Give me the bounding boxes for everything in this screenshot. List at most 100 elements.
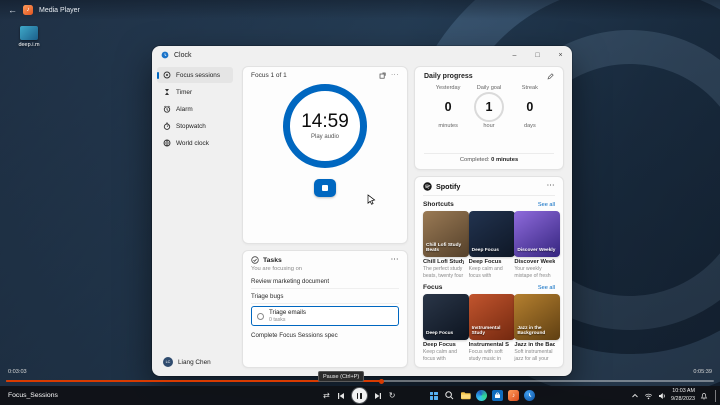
tasks-more-icon[interactable]: ··· (391, 256, 399, 264)
media-player-icon[interactable]: ♪ (508, 390, 519, 401)
focus-timer-remaining: 14:59 (301, 111, 349, 132)
media-player-titlebar: ← ♪ Media Player (0, 0, 720, 20)
library-item[interactable]: deep.i.m (10, 26, 48, 48)
minimize-button[interactable]: – (503, 46, 526, 64)
previous-icon[interactable] (337, 392, 345, 400)
store-icon[interactable] (492, 390, 503, 401)
sidebar-item-alarm[interactable]: Alarm (157, 101, 233, 117)
store-bag-icon (495, 392, 500, 398)
sidebar-item-timer[interactable]: Timer (157, 84, 233, 100)
close-button[interactable]: × (549, 46, 572, 64)
completed-summary: Completed: 0 minutes (424, 152, 554, 163)
sidebar-item-focus-sessions[interactable]: Focus sessions (157, 67, 233, 83)
tray-clock[interactable]: 10:03 AM 9/28/2023 (671, 388, 695, 402)
clock-icon[interactable] (524, 390, 535, 401)
repeat-icon[interactable]: ↻ (389, 391, 396, 400)
back-icon[interactable]: ← (8, 5, 17, 15)
focus-heading: Focus (423, 284, 443, 291)
clock-titlebar[interactable]: Clock – □ × (152, 46, 572, 64)
see-all-link[interactable]: See all (538, 285, 555, 291)
shortcuts-heading: Shortcuts (423, 201, 454, 208)
tray-date: 9/28/2023 (671, 395, 695, 402)
tasks-card: Tasks ··· You are focusing on Review mar… (242, 250, 408, 368)
clock-sidebar: Focus sessions Timer Alarm Stopwatch Wor… (152, 64, 238, 376)
media-player-logo-icon: ♪ (23, 5, 33, 15)
taskbar-app-icons: ♪ (428, 386, 535, 405)
spotify-icon (423, 182, 432, 191)
next-icon[interactable] (374, 392, 382, 400)
taskbar: Focus_Sessions ⇄ ↻ ♪ 10:03 AM 9/28/2023 (0, 386, 720, 405)
task-item[interactable]: Triage bugs (251, 289, 399, 304)
task-meta: 0 tasks (269, 317, 286, 323)
maximize-button[interactable]: □ (526, 46, 549, 64)
edge-icon[interactable] (476, 390, 487, 401)
stat-daily-goal: Daily goal 1 hour (469, 85, 509, 129)
more-options-icon[interactable]: ··· (391, 72, 399, 79)
stop-icon (322, 185, 328, 191)
spotify-tile[interactable]: Deep Focus Deep Focus Keep calm and focu… (468, 211, 515, 279)
task-label: Triage emails (269, 309, 306, 316)
album-cover: Deep Focus (423, 294, 469, 340)
see-all-link[interactable]: See all (538, 202, 555, 208)
spotify-tile[interactable]: Jazz in the Background Jazz in the Backg… (514, 294, 561, 362)
tasks-check-icon (251, 256, 259, 264)
play-audio-label[interactable]: Play audio (311, 134, 339, 140)
show-desktop-button[interactable] (715, 389, 717, 402)
hidden-icons-chevron-icon[interactable] (631, 392, 639, 400)
elapsed-time: 0:03:03 (8, 369, 27, 375)
album-cover: Deep Focus (468, 211, 515, 257)
focus-session-card: Focus 1 of 1 ··· 14:59 Play audio (242, 66, 408, 244)
start-icon[interactable] (428, 390, 439, 401)
notification-bell-icon[interactable] (700, 392, 708, 400)
stop-session-button[interactable] (314, 179, 336, 197)
focus-session-header: Focus 1 of 1 (251, 72, 287, 79)
seek-handle[interactable] (378, 378, 384, 384)
sidebar-item-world-clock[interactable]: World clock (157, 135, 233, 151)
spotify-tile[interactable]: Deep Focus Deep Focus Keep calm and focu… (423, 294, 469, 362)
file-explorer-icon[interactable] (460, 390, 471, 401)
popout-icon[interactable] (379, 72, 386, 79)
sidebar-item-label: World clock (176, 139, 209, 147)
shuffle-icon[interactable]: ⇄ (323, 391, 330, 400)
clock-hands-icon (529, 393, 532, 397)
album-cover: Jazz in the Background (514, 294, 561, 340)
sidebar-item-stopwatch[interactable]: Stopwatch (157, 118, 233, 134)
spotify-tile[interactable]: Chill Lofi Study Beats Chill Lofi Study … (423, 211, 469, 279)
media-player-title: Media Player (39, 6, 80, 14)
library-item-label: deep.i.m (18, 42, 40, 48)
wifi-icon[interactable] (644, 392, 653, 400)
daily-progress-title: Daily progress (424, 73, 473, 80)
sidebar-item-label: Focus sessions (176, 71, 221, 79)
pause-button[interactable] (351, 388, 367, 403)
sidebar-item-label: Stopwatch (176, 122, 206, 130)
avatar: LC (163, 357, 173, 367)
task-item[interactable]: Complete Focus Sessions spec (251, 328, 399, 343)
signed-in-user[interactable]: LC Liang Chen (157, 354, 233, 370)
clock-window: Clock – □ × Focus sessions Timer Alarm S… (152, 46, 572, 376)
timer-icon (165, 89, 169, 95)
task-label: Review marketing document (251, 277, 330, 285)
stat-streak: Streak 0 days (521, 85, 538, 129)
spotify-tile[interactable]: Instrumental Study Instrumental Study Fo… (468, 294, 515, 362)
tasks-title: Tasks (263, 256, 282, 264)
edit-pencil-icon[interactable] (547, 73, 554, 80)
spotify-title: Spotify (436, 182, 461, 191)
volume-icon[interactable] (658, 392, 666, 400)
pause-tooltip: Pause (Ctrl+P) (318, 371, 365, 382)
system-tray: 10:03 AM 9/28/2023 (631, 386, 717, 405)
spotify-card: Spotify ··· Shortcuts See all Chill Lofi (414, 176, 564, 368)
search-icon[interactable] (444, 390, 455, 401)
pause-icon (356, 392, 359, 399)
task-checkbox[interactable] (257, 312, 264, 320)
stopwatch-icon (163, 122, 171, 130)
task-item[interactable]: Review marketing document (251, 274, 399, 289)
alarm-icon (163, 105, 171, 113)
task-item-selected[interactable]: Triage emails 0 tasks (251, 306, 399, 326)
sidebar-item-label: Alarm (176, 105, 193, 113)
total-duration: 0:05:39 (693, 369, 712, 375)
album-cover: Instrumental Study (468, 294, 515, 340)
world-clock-icon (163, 139, 171, 147)
spotify-more-icon[interactable]: ··· (547, 183, 555, 190)
window-title: Clock (174, 51, 192, 59)
spotify-tile[interactable]: Discover Weekly Discover Weekly Your wee… (514, 211, 561, 279)
